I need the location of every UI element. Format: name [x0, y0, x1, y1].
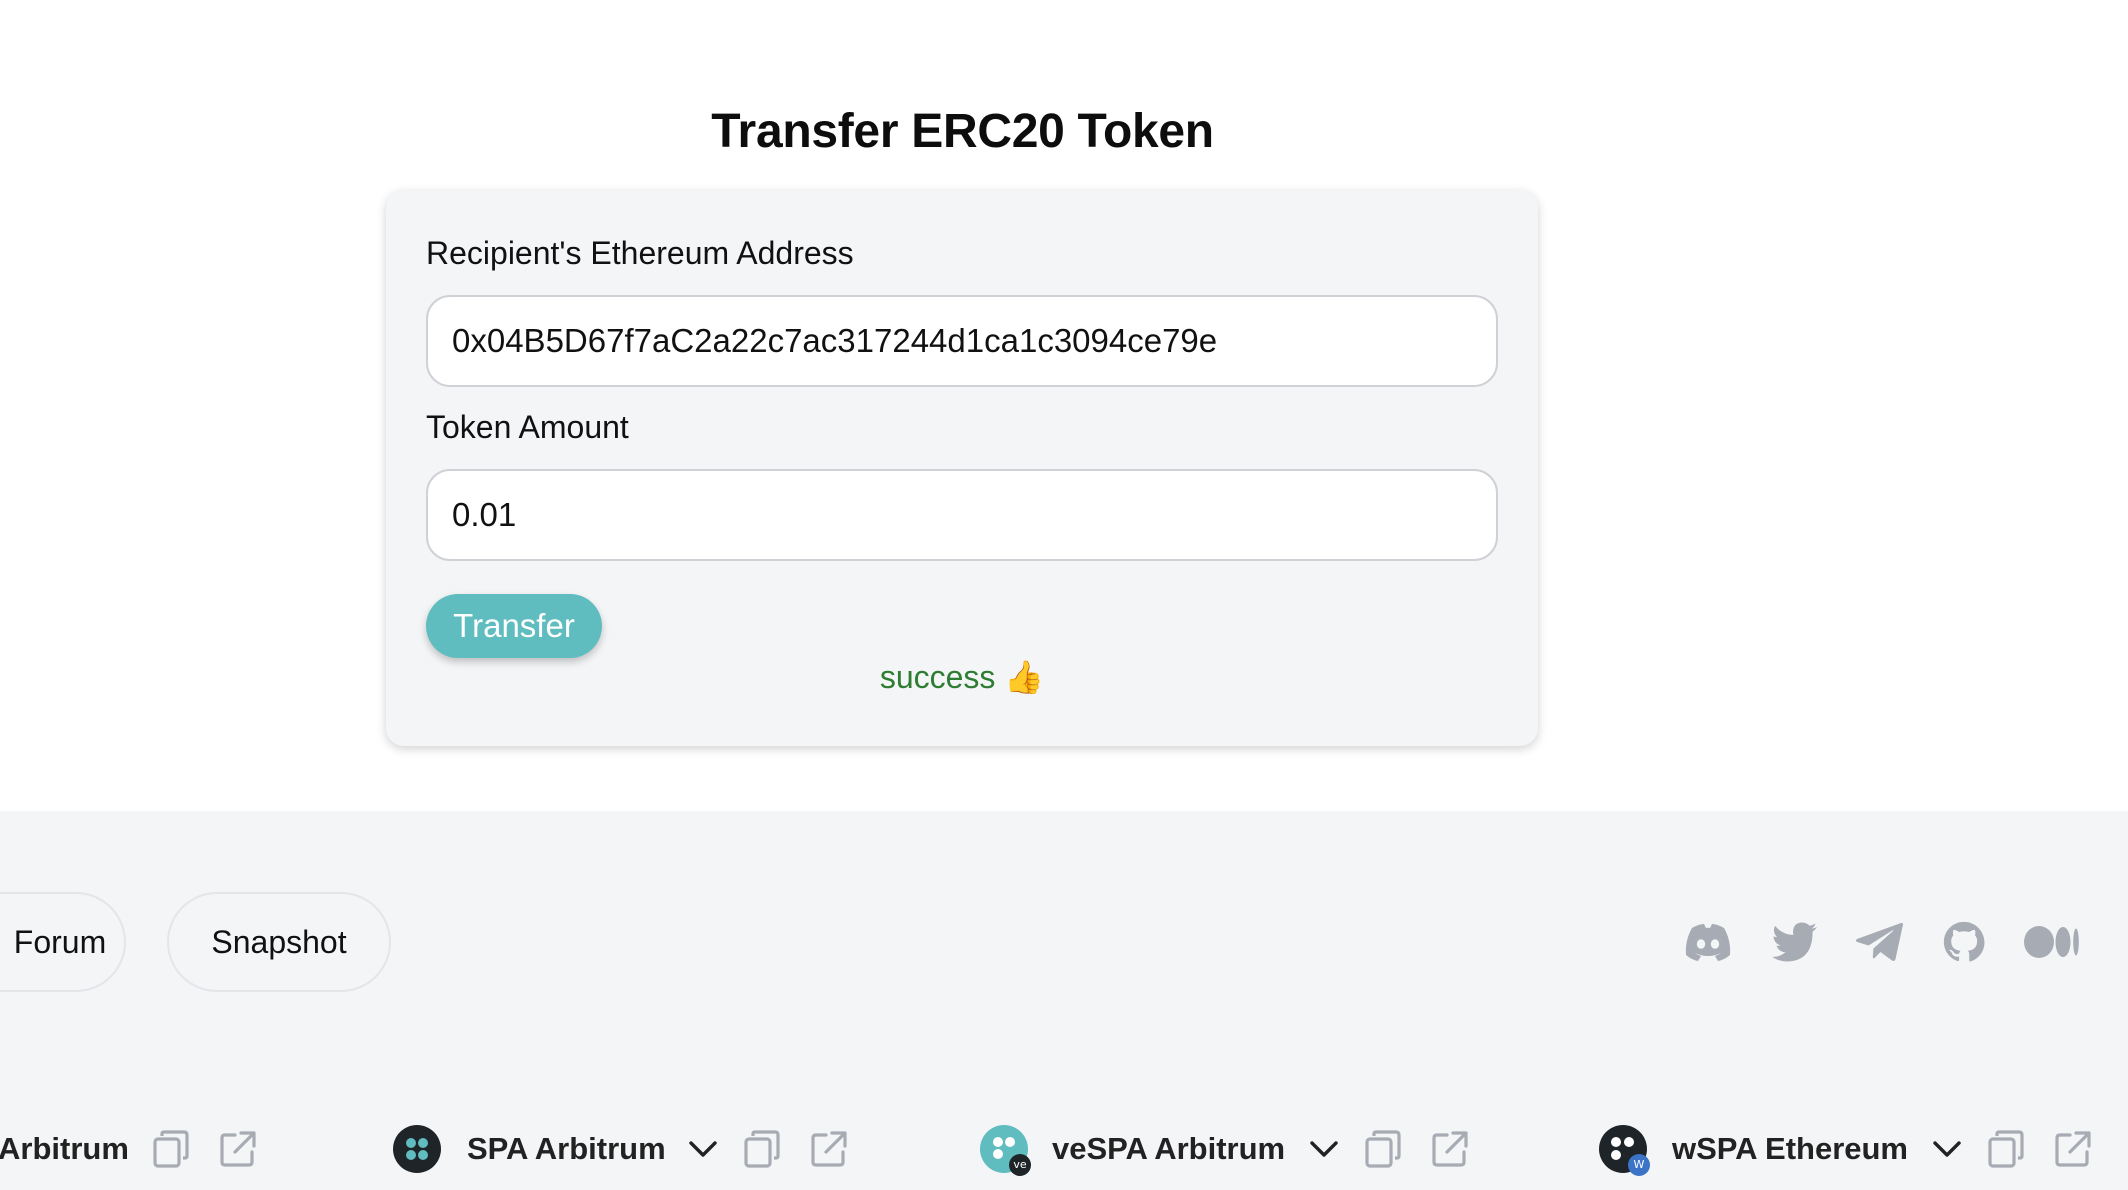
page-title: Transfer ERC20 Token — [711, 105, 1214, 158]
snapshot-link-label: Snapshot — [211, 923, 347, 960]
status-message: success 👍 — [879, 659, 1045, 695]
external-link-icon[interactable] — [810, 1130, 848, 1168]
footer: Forum Snapshot Arbitrum SPA Arbitrum ve … — [0, 811, 2128, 1190]
forum-link[interactable]: Forum — [0, 892, 126, 992]
token-name: veSPA Arbitrum — [1052, 1131, 1286, 1166]
recipient-address-label: Recipient's Ethereum Address — [426, 235, 854, 271]
vespa-logo-icon: ve — [980, 1125, 1031, 1176]
external-link-icon[interactable] — [2054, 1130, 2092, 1168]
transfer-form-card: Recipient's Ethereum Address Token Amoun… — [386, 190, 1538, 746]
token-item: SPA Arbitrum — [393, 1122, 848, 1176]
token-amount-label: Token Amount — [426, 409, 629, 445]
token-item: Arbitrum — [0, 1122, 257, 1176]
external-link-icon[interactable] — [1431, 1130, 1469, 1168]
github-icon[interactable] — [1939, 919, 1989, 965]
snapshot-link[interactable]: Snapshot — [167, 892, 391, 992]
copy-icon[interactable] — [1988, 1130, 2024, 1168]
forum-link-label: Forum — [13, 923, 107, 960]
copy-icon[interactable] — [744, 1130, 780, 1168]
transfer-button[interactable]: Transfer — [426, 594, 602, 658]
token-amount-input[interactable] — [426, 469, 1498, 561]
telegram-icon[interactable] — [1855, 919, 1905, 965]
token-item: ve veSPA Arbitrum — [980, 1122, 1469, 1176]
token-item: W wSPA Ethereum — [1599, 1122, 2092, 1176]
external-link-icon[interactable] — [219, 1130, 257, 1168]
copy-icon[interactable] — [1365, 1130, 1401, 1168]
token-name: Arbitrum — [0, 1131, 129, 1166]
discord-icon[interactable] — [1683, 919, 1733, 965]
token-name: SPA Arbitrum — [467, 1131, 666, 1166]
chevron-down-icon[interactable] — [1309, 1139, 1339, 1159]
copy-icon[interactable] — [153, 1130, 189, 1168]
recipient-address-input[interactable] — [426, 295, 1498, 387]
chevron-down-icon[interactable] — [688, 1139, 718, 1159]
twitter-icon[interactable] — [1770, 919, 1820, 965]
spa-logo-icon — [393, 1125, 441, 1173]
wspa-logo-icon: W — [1599, 1125, 1650, 1176]
token-name: wSPA Ethereum — [1672, 1131, 1908, 1166]
chevron-down-icon[interactable] — [1932, 1139, 1962, 1159]
medium-icon[interactable] — [2024, 919, 2080, 965]
